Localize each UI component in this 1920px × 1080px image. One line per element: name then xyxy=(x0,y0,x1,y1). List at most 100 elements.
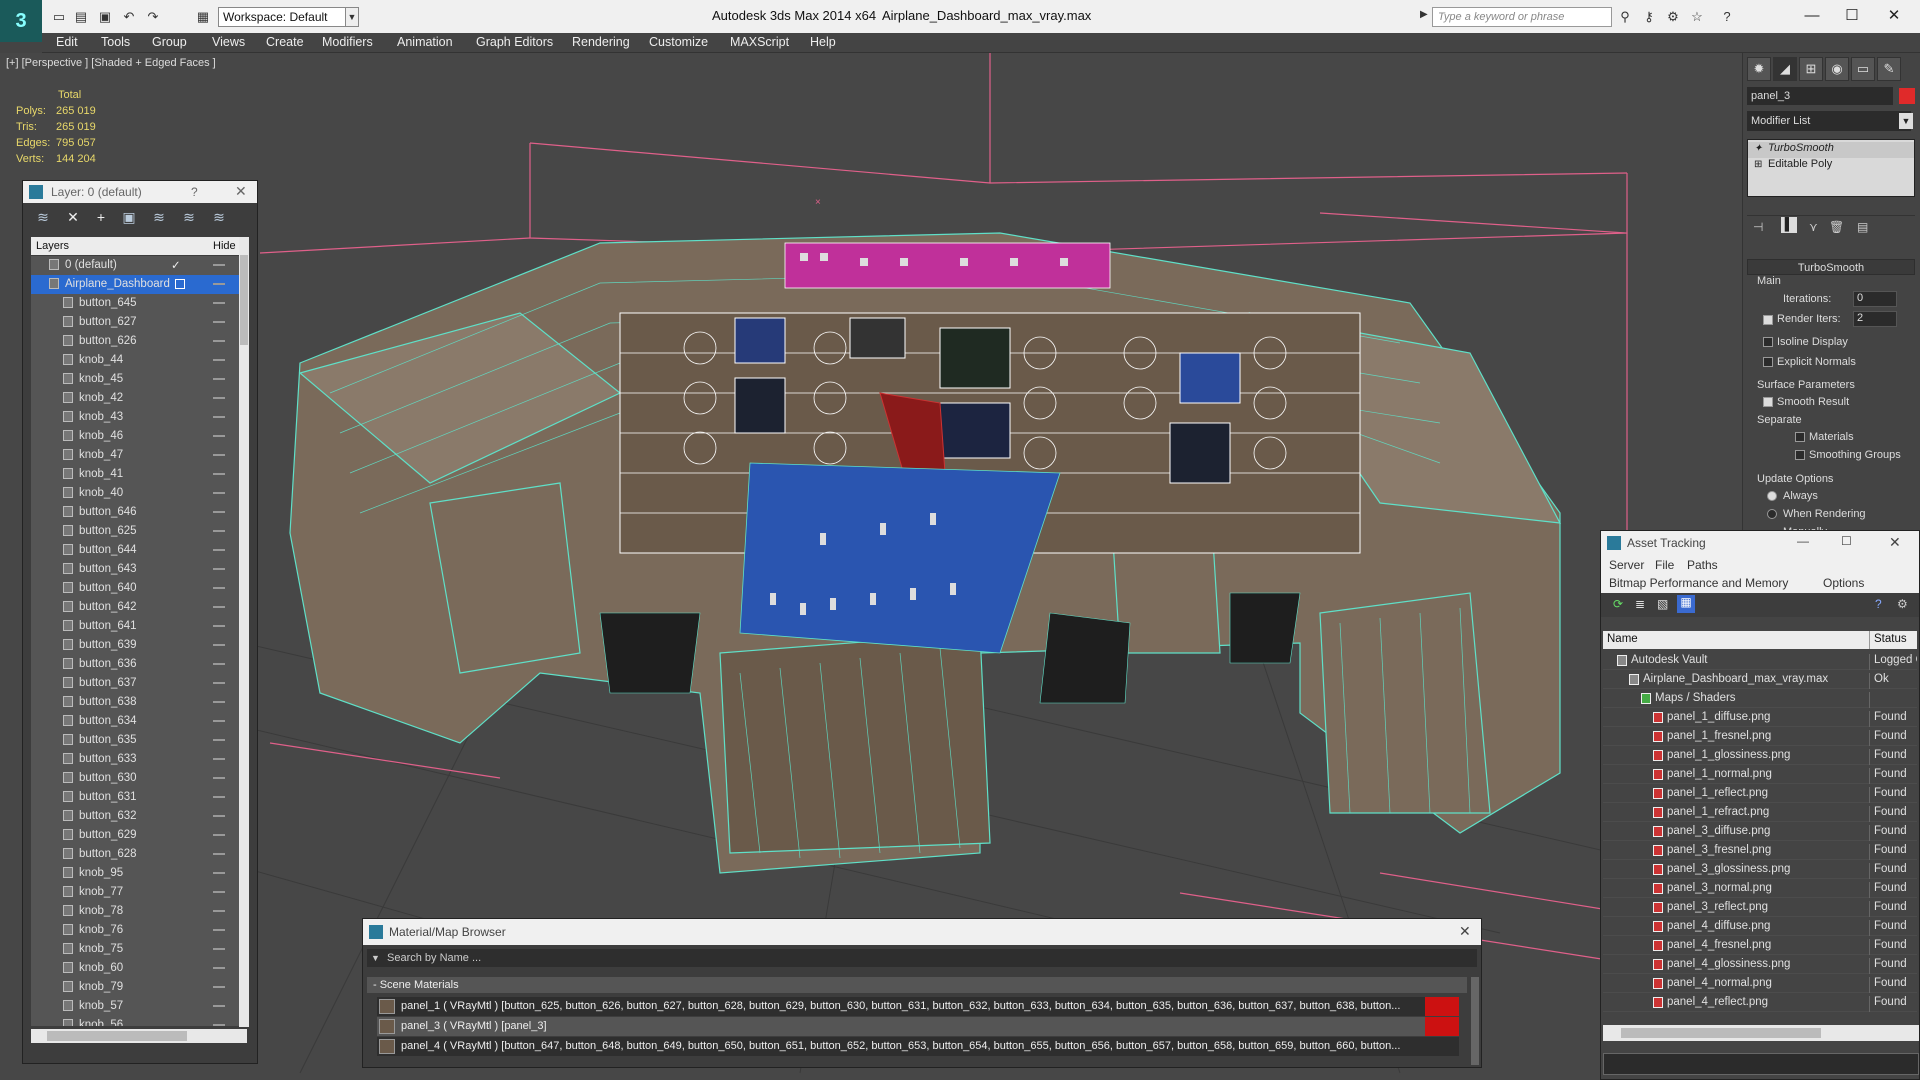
vertical-scrollbar[interactable] xyxy=(239,237,249,1027)
asset-row[interactable]: Airplane_Dashboard_max_vray.max Ok xyxy=(1603,670,1917,689)
object-color-swatch[interactable] xyxy=(1899,88,1915,104)
layer-row[interactable]: Airplane_Dashboard xyxy=(31,275,239,294)
chevron-down-icon[interactable]: ▼ xyxy=(345,7,359,27)
motion-tab-icon[interactable]: ◉ xyxy=(1825,57,1849,81)
menu-animation[interactable]: Animation xyxy=(397,35,453,49)
hide-toggle[interactable] xyxy=(213,739,225,741)
scene-materials-group[interactable]: - Scene Materials xyxy=(367,977,1467,993)
menu-group[interactable]: Group xyxy=(152,35,187,49)
layer-row[interactable]: knob_47 xyxy=(31,446,239,465)
hide-toggle[interactable] xyxy=(213,929,225,931)
layer-row[interactable]: knob_43 xyxy=(31,408,239,427)
layer-row[interactable]: button_644 xyxy=(31,541,239,560)
menu-graph-editors[interactable]: Graph Editors xyxy=(476,35,553,49)
hierarchy-tab-icon[interactable]: ⊞ xyxy=(1799,57,1823,81)
scrollbar-thumb[interactable] xyxy=(47,1031,187,1041)
layer-row[interactable]: knob_75 xyxy=(31,940,239,959)
hide-all-icon[interactable]: ≋ xyxy=(179,209,199,227)
col-hide[interactable]: Hide xyxy=(213,240,236,252)
asset-tracking-titlebar[interactable]: Asset Tracking — ☐ ✕ xyxy=(1601,531,1919,555)
asset-row[interactable]: panel_4_reflect.png Found xyxy=(1603,993,1917,1012)
render-iters-checkbox[interactable] xyxy=(1763,315,1773,325)
chevron-down-icon[interactable]: ▼ xyxy=(1899,113,1913,129)
asset-row[interactable]: panel_1_diffuse.png Found xyxy=(1603,708,1917,727)
hide-toggle[interactable] xyxy=(213,853,225,855)
menu-views[interactable]: Views xyxy=(212,35,245,49)
show-end-result-icon[interactable]: ▌ xyxy=(1781,217,1797,233)
asset-row[interactable]: panel_3_normal.png Found xyxy=(1603,879,1917,898)
menu-create[interactable]: Create xyxy=(266,35,304,49)
asset-path-field[interactable] xyxy=(1603,1053,1919,1075)
layer-row[interactable]: button_633 xyxy=(31,750,239,769)
open-file-icon[interactable]: ▤ xyxy=(72,9,90,25)
layer-row[interactable]: knob_45 xyxy=(31,370,239,389)
layer-row[interactable]: button_631 xyxy=(31,788,239,807)
hide-toggle[interactable] xyxy=(213,416,225,418)
close-icon[interactable]: ✕ xyxy=(1874,4,1914,28)
refresh-icon[interactable]: ⟳ xyxy=(1613,597,1623,611)
layer-row[interactable]: button_628 xyxy=(31,845,239,864)
layer-row[interactable]: button_641 xyxy=(31,617,239,636)
asset-row[interactable]: panel_1_reflect.png Found xyxy=(1603,784,1917,803)
asset-row[interactable]: Maps / Shaders xyxy=(1603,689,1917,708)
layer-row[interactable]: button_627 xyxy=(31,313,239,332)
thumbnail-view-icon[interactable]: ▧ xyxy=(1657,597,1668,611)
col-name[interactable]: Name xyxy=(1607,633,1638,645)
layer-row[interactable]: knob_40 xyxy=(31,484,239,503)
asset-row[interactable]: panel_4_diffuse.png Found xyxy=(1603,917,1917,936)
materials-checkbox[interactable] xyxy=(1795,432,1805,442)
hide-toggle[interactable] xyxy=(213,359,225,361)
help-icon[interactable]: ? xyxy=(1718,9,1736,25)
hide-toggle[interactable] xyxy=(213,967,225,969)
layer-row[interactable]: knob_77 xyxy=(31,883,239,902)
asset-row[interactable]: panel_4_glossiness.png Found xyxy=(1603,955,1917,974)
asset-row[interactable]: panel_3_reflect.png Found xyxy=(1603,898,1917,917)
save-icon[interactable]: ▣ xyxy=(96,9,114,25)
new-file-icon[interactable]: ▭ xyxy=(50,9,68,25)
asset-row[interactable]: panel_1_refract.png Found xyxy=(1603,803,1917,822)
current-layer-box-icon[interactable] xyxy=(175,279,185,289)
menu-maxscript[interactable]: MAXScript xyxy=(730,35,789,49)
maximize-icon[interactable]: ☐ xyxy=(1832,4,1872,28)
layer-row[interactable]: button_640 xyxy=(31,579,239,598)
layer-row[interactable]: knob_57 xyxy=(31,997,239,1016)
menu-modifiers[interactable]: Modifiers xyxy=(322,35,373,49)
hide-toggle[interactable] xyxy=(213,530,225,532)
hide-toggle[interactable] xyxy=(213,663,225,665)
undo-icon[interactable]: ↶ xyxy=(120,9,138,25)
hide-toggle[interactable] xyxy=(213,682,225,684)
hide-toggle[interactable] xyxy=(213,340,225,342)
layer-row[interactable]: knob_60 xyxy=(31,959,239,978)
configure-sets-icon[interactable]: ▤ xyxy=(1857,220,1868,234)
menu-paths[interactable]: Paths xyxy=(1687,558,1718,572)
list-view-icon[interactable]: ≣ xyxy=(1635,597,1645,611)
asset-row[interactable]: panel_3_fresnel.png Found xyxy=(1603,841,1917,860)
asset-row[interactable]: panel_4_normal.png Found xyxy=(1603,974,1917,993)
pin-stack-icon[interactable]: ⊣ xyxy=(1753,220,1763,234)
hide-toggle[interactable] xyxy=(213,872,225,874)
hide-toggle[interactable] xyxy=(213,758,225,760)
col-layers[interactable]: Layers xyxy=(36,240,69,252)
table-view-icon[interactable]: ▦ xyxy=(1677,595,1695,613)
layer-row[interactable]: button_629 xyxy=(31,826,239,845)
key-icon[interactable]: ⚷ xyxy=(1640,9,1658,25)
project-folder-icon[interactable]: ▦ xyxy=(194,9,212,25)
material-row[interactable]: panel_1 ( VRayMtl ) [button_625, button_… xyxy=(377,997,1459,1016)
infocenter-search-input[interactable]: Type a keyword or phrase xyxy=(1432,7,1612,27)
modify-tab-icon[interactable]: ◢ xyxy=(1773,57,1797,81)
turbosmooth-rollout-header[interactable]: TurboSmooth xyxy=(1747,259,1915,275)
layer-row[interactable]: button_635 xyxy=(31,731,239,750)
layer-row[interactable]: knob_41 xyxy=(31,465,239,484)
isoline-checkbox[interactable] xyxy=(1763,337,1773,347)
layer-row[interactable]: button_646 xyxy=(31,503,239,522)
search-options-icon[interactable]: ▼ xyxy=(371,953,380,963)
layer-row[interactable]: button_632 xyxy=(31,807,239,826)
remove-modifier-icon[interactable]: 🗑 xyxy=(1829,220,1844,234)
hide-toggle[interactable] xyxy=(213,454,225,456)
app-logo-icon[interactable]: 3 xyxy=(0,0,42,42)
select-objects-icon[interactable]: ▣ xyxy=(119,209,139,227)
material-search-input[interactable]: Search by Name ... xyxy=(367,949,1477,967)
hide-toggle[interactable] xyxy=(213,834,225,836)
material-browser-titlebar[interactable]: Material/Map Browser ✕ xyxy=(363,919,1481,945)
stack-item-turbosmooth[interactable]: ✦ TurboSmooth xyxy=(1748,142,1914,158)
